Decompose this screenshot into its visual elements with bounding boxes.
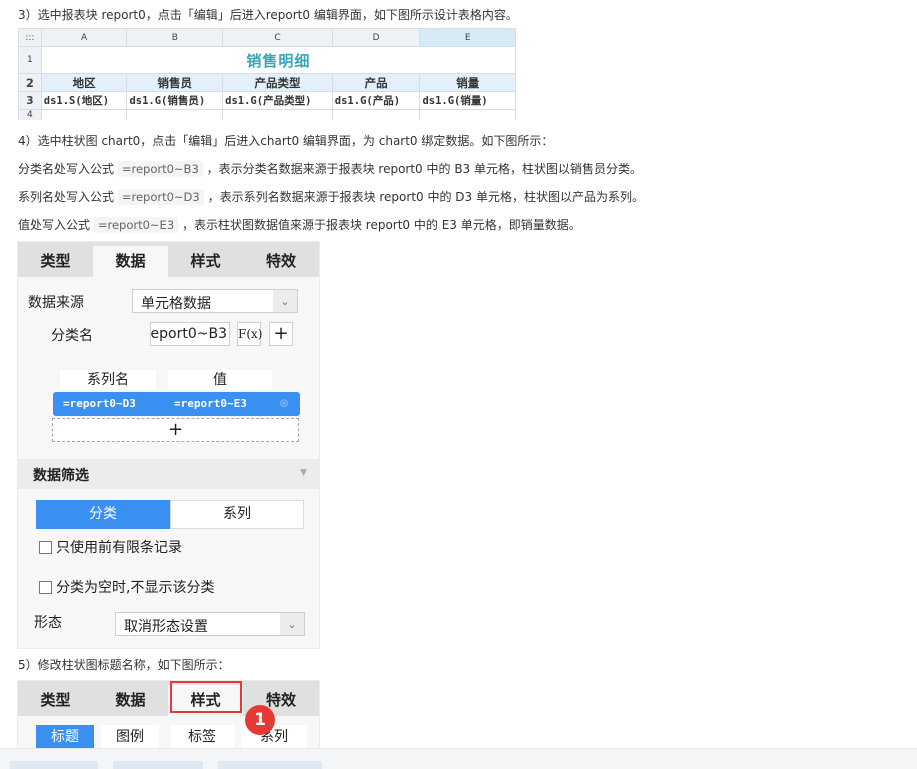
row-number-4: 4 bbox=[18, 109, 42, 120]
sheet-corner: ::: bbox=[18, 28, 42, 47]
header-cell-region: 地区 bbox=[40, 73, 128, 92]
report-sheet-image: ::: A B C D E 1 销售明细 2 地区 销售员 产品类型 产品 销量… bbox=[18, 28, 516, 120]
step3-text: 3）选中报表块 report0，点击「编辑」后进入report0 编辑界面，如下… bbox=[18, 8, 518, 22]
delete-row-icon[interactable]: ⊗ bbox=[279, 396, 289, 410]
collapse-arrow-icon: ▼ bbox=[300, 468, 307, 478]
binding-cell-product-type: ds1.G(产品类型) bbox=[222, 91, 333, 110]
series-name-formula: =report0~D3 bbox=[63, 397, 136, 410]
col-header-e: E bbox=[419, 28, 516, 47]
value-formula-post: ，表示柱状图数据值来源于报表块 report0 中的 E3 单元格，即销量数据。 bbox=[181, 218, 581, 232]
chevron-down-icon: ⌄ bbox=[273, 290, 297, 312]
data-source-value: 单元格数据 bbox=[141, 296, 211, 312]
binding-cell-product: ds1.G(产品) bbox=[331, 91, 421, 110]
tab-effects[interactable]: 特效 bbox=[243, 246, 319, 277]
category-formula-post: ，表示分类名数据来源于报表块 report0 中的 B3 单元格，柱状图以销售员… bbox=[206, 162, 643, 176]
category-formula-pre: 分类名处写入公式 bbox=[18, 162, 115, 176]
step-number-badge: 1 bbox=[245, 705, 275, 735]
binding-cell-region: ds1.S(地区) bbox=[40, 91, 128, 110]
binding-cell-sales: ds1.G(销量) bbox=[419, 91, 516, 110]
segment-category[interactable]: 分类 bbox=[36, 500, 170, 529]
header-cell-product: 产品 bbox=[331, 73, 421, 92]
header-cell-sales: 销量 bbox=[419, 73, 516, 92]
data-filter-title: 数据筛选 bbox=[33, 468, 89, 484]
series-name-column-header: 系列名 bbox=[60, 370, 156, 390]
add-category-button[interactable]: + bbox=[269, 322, 293, 346]
segment-series[interactable]: 系列 bbox=[170, 500, 304, 529]
bottom-toolbar bbox=[0, 748, 917, 769]
data-source-select[interactable]: 单元格数据 ⌄ bbox=[132, 289, 298, 313]
series-formula-post: ，表示系列名数据来源于报表块 report0 中的 D3 单元格，柱状图以产品为… bbox=[207, 190, 644, 204]
formula-fx-button[interactable]: F(x) bbox=[237, 322, 262, 346]
category-formula-line: 分类名处写入公式 =report0~B3 ，表示分类名数据来源于报表块 repo… bbox=[18, 160, 642, 177]
header-cell-salesperson: 销售员 bbox=[126, 73, 224, 92]
col-header-d: D bbox=[331, 28, 421, 47]
chevron-down-icon: ⌄ bbox=[280, 613, 304, 635]
chart-data-panel: 类型 数据 样式 特效 数据来源 单元格数据 ⌄ 分类名 report0~B3 … bbox=[17, 241, 320, 649]
form-value: 取消形态设置 bbox=[124, 619, 208, 635]
series-formula-code: =report0~D3 bbox=[117, 189, 204, 205]
style-tab-highlight-box bbox=[170, 681, 242, 713]
step5-text: 5）修改柱状图标题名称，如下图所示： bbox=[18, 658, 230, 672]
tab-data[interactable]: 数据 bbox=[93, 246, 168, 277]
value-column-header: 值 bbox=[168, 370, 272, 390]
row-number-2: 2 bbox=[18, 73, 42, 92]
panel-tab-bar: 类型 数据 样式 特效 bbox=[18, 681, 319, 716]
value-formula-code: =report0~E3 bbox=[93, 217, 179, 233]
category-formula-input[interactable]: report0~B3 bbox=[150, 322, 230, 346]
row-number-1: 1 bbox=[18, 46, 42, 74]
series-formula-line: 系列名处写入公式 =report0~D3 ，表示系列名数据来源于报表块 repo… bbox=[18, 188, 644, 205]
category-formula-value: report0~B3 bbox=[150, 326, 227, 342]
category-formula-code: =report0~B3 bbox=[117, 161, 203, 177]
form-label: 形态 bbox=[34, 615, 62, 631]
data-source-label: 数据来源 bbox=[28, 295, 84, 311]
series-formula-pre: 系列名处写入公式 bbox=[18, 190, 115, 204]
col-header-c: C bbox=[222, 28, 333, 47]
tab-data[interactable]: 数据 bbox=[93, 685, 168, 716]
checkbox-icon bbox=[39, 541, 52, 554]
col-header-a: A bbox=[40, 28, 128, 47]
checkbox-icon bbox=[39, 581, 52, 594]
row-number-3: 3 bbox=[18, 91, 42, 110]
col-header-b: B bbox=[126, 28, 224, 47]
hide-empty-category-checkbox[interactable]: 分类为空时,不显示该分类 bbox=[39, 577, 214, 597]
value-formula-pre: 值处写入公式 bbox=[18, 218, 91, 232]
series-value-formula: =report0~E3 bbox=[174, 397, 247, 410]
hide-empty-category-label: 分类为空时,不显示该分类 bbox=[56, 580, 215, 596]
data-filter-section[interactable]: 数据筛选 ▼ bbox=[18, 459, 319, 489]
tab-type[interactable]: 类型 bbox=[18, 246, 93, 277]
tab-style[interactable]: 样式 bbox=[168, 246, 243, 277]
panel-tab-bar: 类型 数据 样式 特效 bbox=[18, 242, 319, 277]
value-formula-line: 值处写入公式 =report0~E3 ，表示柱状图数据值来源于报表块 repor… bbox=[18, 216, 581, 233]
category-label: 分类名 bbox=[51, 328, 93, 344]
add-series-button[interactable]: + bbox=[52, 418, 299, 442]
sheet-title: 销售明细 bbox=[40, 46, 516, 74]
series-row[interactable]: =report0~D3 =report0~E3 ⊗ bbox=[53, 392, 300, 416]
header-cell-product-type: 产品类型 bbox=[222, 73, 333, 92]
step4-text: 4）选中柱状图 chart0，点击「编辑」后进入chart0 编辑界面，为 ch… bbox=[18, 134, 554, 148]
limit-records-label: 只使用前有限条记录 bbox=[56, 540, 182, 556]
tab-type[interactable]: 类型 bbox=[18, 685, 93, 716]
form-select[interactable]: 取消形态设置 ⌄ bbox=[115, 612, 305, 636]
binding-cell-salesperson: ds1.G(销售员) bbox=[126, 91, 224, 110]
limit-records-checkbox[interactable]: 只使用前有限条记录 bbox=[39, 537, 182, 557]
